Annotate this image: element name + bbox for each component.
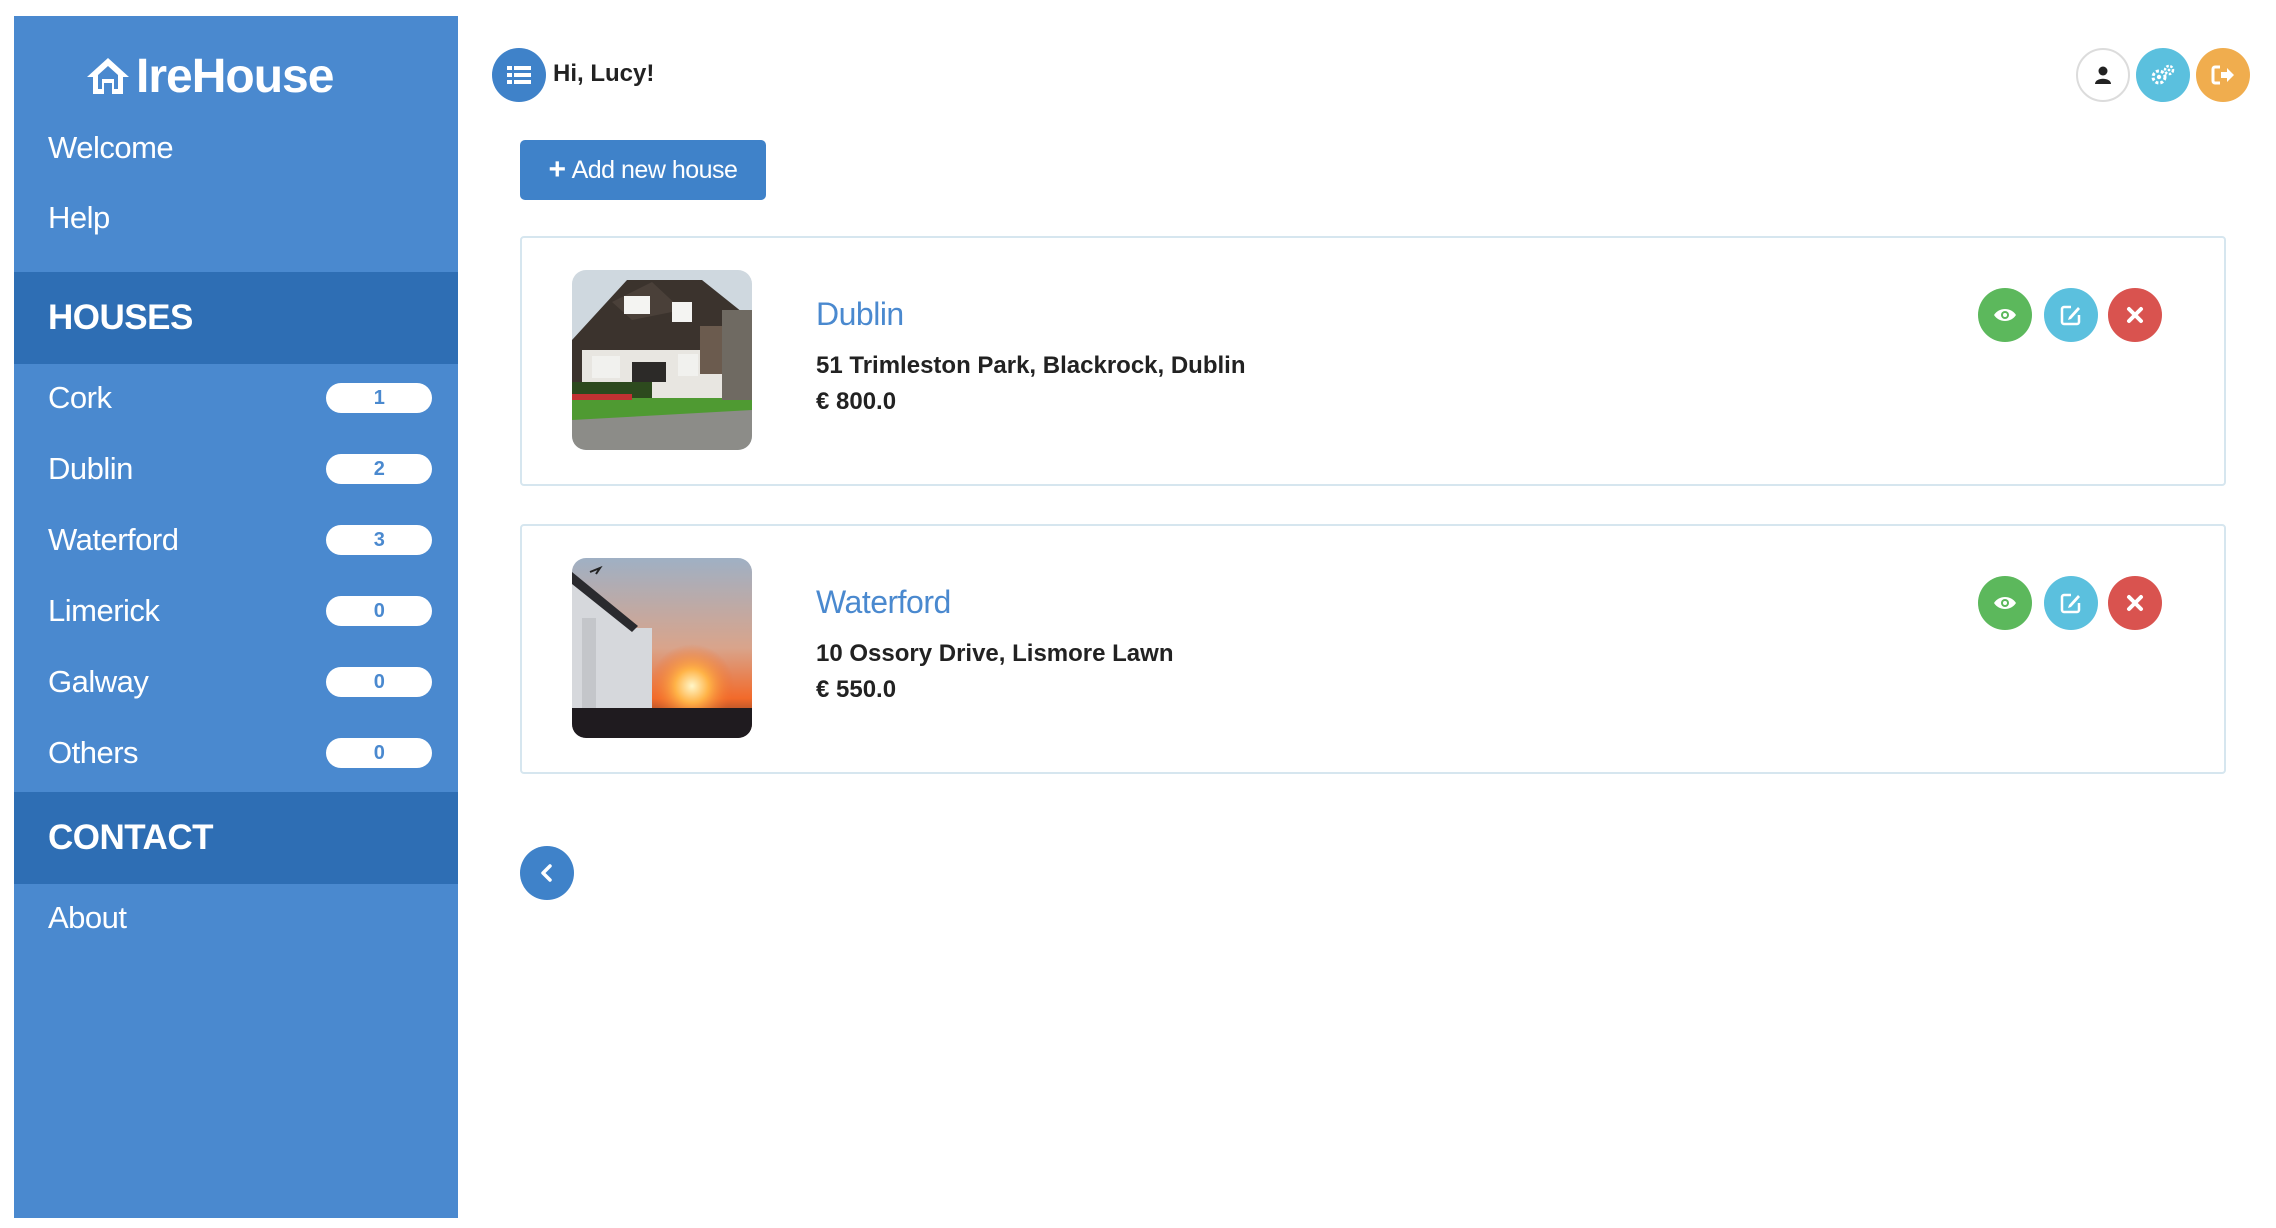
list-icon: [507, 66, 531, 84]
sidebar-item-label: Waterford: [48, 522, 179, 557]
settings-button[interactable]: [2136, 48, 2190, 102]
count-badge: 0: [326, 667, 432, 697]
delete-button[interactable]: [2108, 576, 2162, 630]
brand-name: IreHouse: [136, 49, 334, 103]
house-title[interactable]: Dublin: [816, 296, 904, 333]
menu-toggle-button[interactable]: [492, 48, 546, 102]
sidebar-item-help[interactable]: Help: [14, 186, 458, 250]
chevron-left-icon: [541, 864, 552, 882]
delete-button[interactable]: [2108, 288, 2162, 342]
close-icon: [2127, 595, 2143, 611]
user-icon: [2095, 66, 2111, 84]
count-badge: 2: [326, 454, 432, 484]
greeting-text: Hi, Lucy!: [553, 60, 655, 87]
house-image: [572, 558, 752, 738]
sidebar-item-galway[interactable]: Galway 0: [14, 650, 458, 714]
sidebar-item-limerick[interactable]: Limerick 0: [14, 579, 458, 643]
back-button[interactable]: [520, 846, 574, 900]
sidebar-section-contact: CONTACT: [14, 792, 458, 884]
sidebar-item-label: Cork: [48, 380, 112, 415]
house-price: € 800.0: [816, 388, 897, 415]
edit-button[interactable]: [2044, 288, 2098, 342]
house-card: Dublin 51 Trimleston Park, Blackrock, Du…: [520, 236, 2226, 486]
sidebar-item-label: Dublin: [48, 451, 133, 486]
view-button[interactable]: [1978, 288, 2032, 342]
sidebar-item-cork[interactable]: Cork 1: [14, 366, 458, 430]
house-photo[interactable]: [572, 270, 752, 450]
plus-icon: +: [548, 153, 567, 186]
edit-icon: [2060, 593, 2081, 614]
eye-icon: [1994, 309, 2016, 321]
sidebar-item-waterford[interactable]: Waterford 3: [14, 508, 458, 572]
brand-logo[interactable]: IreHouse: [84, 36, 334, 116]
house-photo[interactable]: [572, 558, 752, 738]
sidebar-item-dublin[interactable]: Dublin 2: [14, 437, 458, 501]
settings-icon: [2151, 64, 2175, 85]
add-house-button[interactable]: + Add new house: [520, 140, 766, 200]
edit-icon: [2060, 305, 2081, 326]
sidebar: IreHouse Welcome Help HOUSES Cork 1 Dubl…: [14, 16, 458, 1218]
add-house-label: Add new house: [571, 155, 738, 184]
section-heading: CONTACT: [48, 818, 214, 857]
sidebar-item-label: Others: [48, 735, 139, 770]
section-heading: HOUSES: [48, 298, 193, 337]
house-card: Waterford 10 Ossory Drive, Lismore Lawn …: [520, 524, 2226, 774]
home-icon: [87, 58, 129, 94]
house-address: 51 Trimleston Park, Blackrock, Dublin: [816, 352, 1246, 379]
sidebar-item-others[interactable]: Others 0: [14, 721, 458, 785]
house-price: € 550.0: [816, 676, 897, 703]
sidebar-item-welcome[interactable]: Welcome: [14, 116, 458, 180]
count-badge: 1: [326, 383, 432, 413]
sidebar-section-houses: HOUSES: [14, 272, 458, 364]
edit-button[interactable]: [2044, 576, 2098, 630]
close-icon: [2127, 307, 2143, 323]
count-badge: 0: [326, 738, 432, 768]
house-address: 10 Ossory Drive, Lismore Lawn: [816, 640, 1174, 667]
count-badge: 0: [326, 596, 432, 626]
house-image: [572, 270, 752, 450]
sidebar-item-label: Welcome: [48, 130, 174, 165]
sidebar-item-label: About: [48, 900, 127, 935]
logout-icon: [2211, 65, 2234, 85]
view-button[interactable]: [1978, 576, 2032, 630]
eye-icon: [1994, 597, 2016, 609]
sidebar-item-label: Galway: [48, 664, 149, 699]
count-badge: 3: [326, 525, 432, 555]
logout-button[interactable]: [2196, 48, 2250, 102]
sidebar-item-about[interactable]: About: [14, 886, 458, 950]
profile-button[interactable]: [2076, 48, 2130, 102]
sidebar-item-label: Limerick: [48, 593, 160, 628]
house-title[interactable]: Waterford: [816, 584, 951, 621]
sidebar-item-label: Help: [48, 200, 110, 235]
